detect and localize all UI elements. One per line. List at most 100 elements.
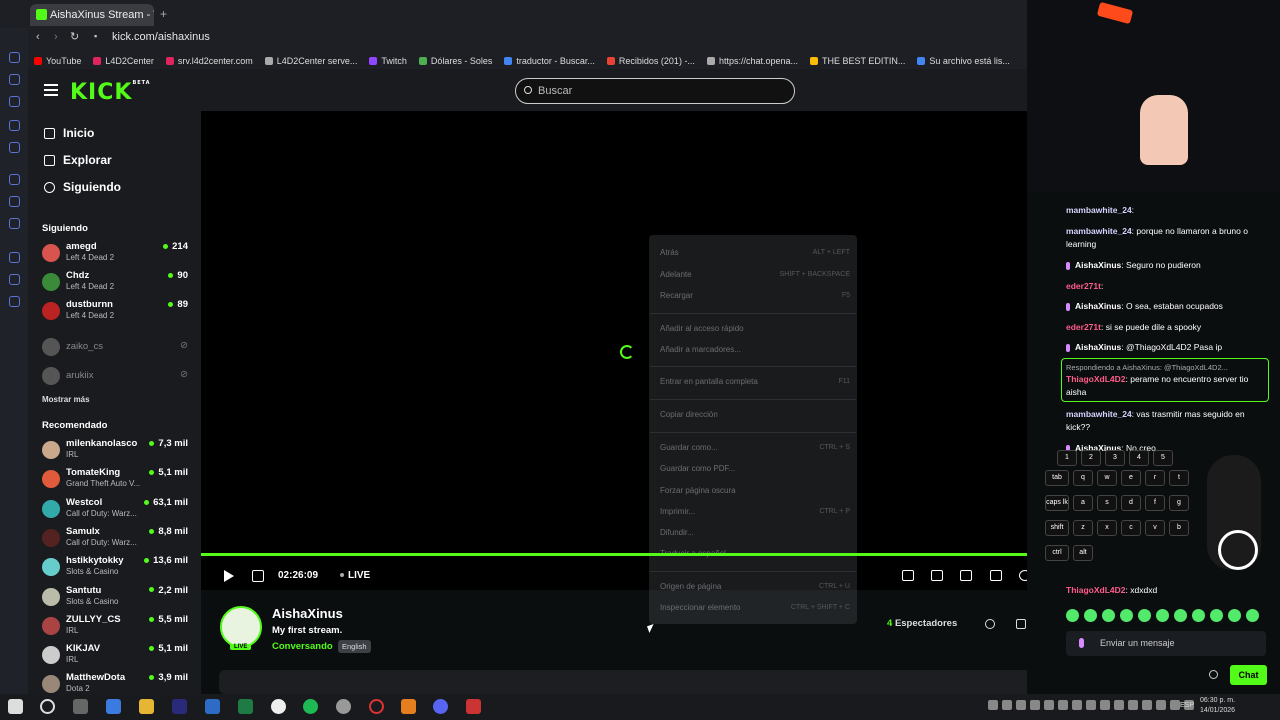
steam-icon[interactable] — [336, 699, 351, 714]
context-menu-item[interactable]: Origen de página — [660, 582, 721, 591]
streamer-avatar[interactable]: LIVE — [220, 606, 262, 650]
context-menu-item[interactable]: Inspeccionar elemento — [660, 603, 741, 612]
rail-icon[interactable] — [9, 274, 20, 285]
emote-icon[interactable] — [1084, 609, 1097, 622]
video-player[interactable] — [201, 111, 1027, 590]
following-channel[interactable]: amegd Left 4 Dead 2 214 — [40, 240, 190, 268]
share-icon[interactable] — [985, 619, 995, 629]
progress-bar[interactable] — [201, 553, 1036, 556]
chat-username[interactable]: mambawhite_24 — [1066, 205, 1132, 215]
emote-icon[interactable] — [1246, 609, 1259, 622]
bookmark-item[interactable]: Dólares - Soles — [418, 53, 492, 69]
show-more-link[interactable]: Mostrar más — [42, 395, 90, 404]
bookmark-item[interactable]: THE BEST EDITIN... — [810, 53, 905, 69]
nav-following[interactable]: Siguiendo — [44, 180, 121, 194]
nav-home[interactable]: Inicio — [44, 126, 94, 140]
folder-icon[interactable] — [139, 699, 154, 714]
emote-icon[interactable] — [1120, 609, 1133, 622]
stream-category[interactable]: Conversando — [272, 641, 333, 652]
chat-send-button[interactable]: Chat — [1230, 665, 1267, 685]
forward-icon[interactable]: › — [54, 31, 58, 43]
app-icon[interactable] — [401, 699, 416, 714]
play-icon[interactable] — [224, 570, 234, 582]
clock-app-icon[interactable] — [271, 699, 286, 714]
following-channel[interactable]: Chdz Left 4 Dead 2 90 — [40, 269, 190, 297]
app-icon[interactable] — [466, 699, 481, 714]
context-menu-item[interactable]: Recargar — [660, 291, 693, 300]
windows-start-icon[interactable] — [8, 699, 23, 714]
rail-icon[interactable] — [9, 218, 20, 229]
rail-icon[interactable] — [9, 96, 20, 107]
chat-username[interactable]: AishaXinus — [1066, 342, 1121, 352]
discord-icon[interactable] — [433, 699, 448, 714]
language-indicator[interactable]: ESP — [1180, 702, 1194, 709]
bookmark-item[interactable]: traductor - Buscar... — [504, 53, 595, 69]
miniplayer-icon[interactable] — [902, 570, 914, 581]
chat-username[interactable]: AishaXinus — [1066, 260, 1121, 270]
recommended-channel[interactable]: Samulx Call of Duty: Warz... 8,8 mil — [40, 525, 190, 553]
new-tab-button[interactable]: + — [160, 8, 172, 20]
recommended-channel[interactable]: ZULLYY_CS IRL 5,5 mil — [40, 613, 190, 641]
app-icon[interactable] — [106, 699, 121, 714]
context-menu-item[interactable]: Añadir a marcadores... — [660, 345, 741, 354]
rail-icon[interactable] — [9, 296, 20, 307]
bookmark-item[interactable]: Recibidos (201) -... — [606, 53, 695, 69]
chat-input[interactable]: Enviar un mensaje — [1066, 631, 1266, 656]
following-channel[interactable]: dustburnn Left 4 Dead 2 89 — [40, 298, 190, 326]
chat-username[interactable]: AishaXinus — [1066, 301, 1121, 311]
theater-icon[interactable] — [960, 570, 972, 581]
bookmark-item[interactable]: Twitch — [369, 53, 407, 69]
rail-icon[interactable] — [9, 252, 20, 263]
emote-icon[interactable] — [1210, 609, 1223, 622]
recommended-channel[interactable]: milenkanolasco IRL 7,3 mil — [40, 437, 190, 465]
context-menu-item[interactable]: Entrar en pantalla completa — [660, 377, 758, 386]
spotify-icon[interactable] — [303, 699, 318, 714]
emote-icon[interactable] — [1138, 609, 1151, 622]
premiere-icon[interactable] — [172, 699, 187, 714]
excel-icon[interactable] — [238, 699, 253, 714]
emote-icon[interactable] — [1102, 609, 1115, 622]
rail-icon[interactable] — [9, 52, 20, 63]
reload-icon[interactable]: ↻ — [70, 30, 79, 43]
kick-logo[interactable]: KICKBETA — [70, 80, 151, 105]
browser-tab[interactable]: AishaXinus Stream - Watch — [30, 4, 154, 26]
bookmark-item[interactable]: https://chat.opena... — [706, 53, 798, 69]
context-menu-item[interactable]: Copiar dirección — [660, 410, 718, 419]
recommended-channel[interactable]: Santutu Slots & Casino 2,2 mil — [40, 584, 190, 612]
bookmark-item[interactable]: Su archivo está lis... — [917, 53, 1010, 69]
context-menu-item[interactable]: Añadir al acceso rápido — [660, 324, 744, 333]
bookmark-item[interactable]: L4D2Center — [93, 53, 154, 69]
clip-icon[interactable] — [931, 570, 943, 581]
opera-icon[interactable] — [369, 699, 384, 714]
emote-icon[interactable] — [1174, 609, 1187, 622]
search-icon[interactable] — [40, 699, 55, 714]
back-icon[interactable]: ‹ — [36, 31, 40, 43]
rail-icon[interactable] — [9, 120, 20, 131]
rail-icon[interactable] — [9, 174, 20, 185]
chat-username[interactable]: ThiagoXdL4D2 — [1066, 585, 1126, 595]
chat-username[interactable]: eder271t — [1066, 281, 1101, 291]
emote-icon[interactable] — [1228, 609, 1241, 622]
rail-icon[interactable] — [9, 196, 20, 207]
context-menu-item[interactable]: Adelante — [660, 270, 692, 279]
following-channel[interactable]: zaiko_cs ⊘ — [40, 334, 190, 362]
context-menu-item[interactable]: Guardar como PDF... — [660, 464, 735, 473]
chat-username[interactable]: eder271t — [1066, 322, 1101, 332]
bookmark-item[interactable]: srv.l4d2center.com — [165, 53, 253, 69]
emote-icon[interactable] — [1066, 609, 1079, 622]
rail-icon[interactable] — [9, 142, 20, 153]
following-channel[interactable]: arukiix ⊘ — [40, 363, 190, 391]
menu-icon[interactable] — [44, 84, 58, 96]
chat-username[interactable]: ThiagoXdL4D2 — [1066, 374, 1126, 384]
streamer-name[interactable]: AishaXinus — [272, 606, 343, 621]
mute-icon[interactable] — [252, 570, 264, 582]
bookmark-item[interactable]: YouTube — [34, 53, 81, 69]
fullscreen-icon[interactable] — [990, 570, 1002, 581]
bookmark-item[interactable]: L4D2Center serve... — [264, 53, 357, 69]
clock[interactable]: 06:30 p. m. 14/01/2026 — [1200, 696, 1235, 716]
context-menu-item[interactable]: Difundir... — [660, 528, 694, 537]
nav-explore[interactable]: Explorar — [44, 153, 112, 167]
task-view-icon[interactable] — [73, 699, 88, 714]
rail-icon[interactable] — [9, 74, 20, 85]
url-text[interactable]: kick.com/aishaxinus — [112, 31, 210, 43]
